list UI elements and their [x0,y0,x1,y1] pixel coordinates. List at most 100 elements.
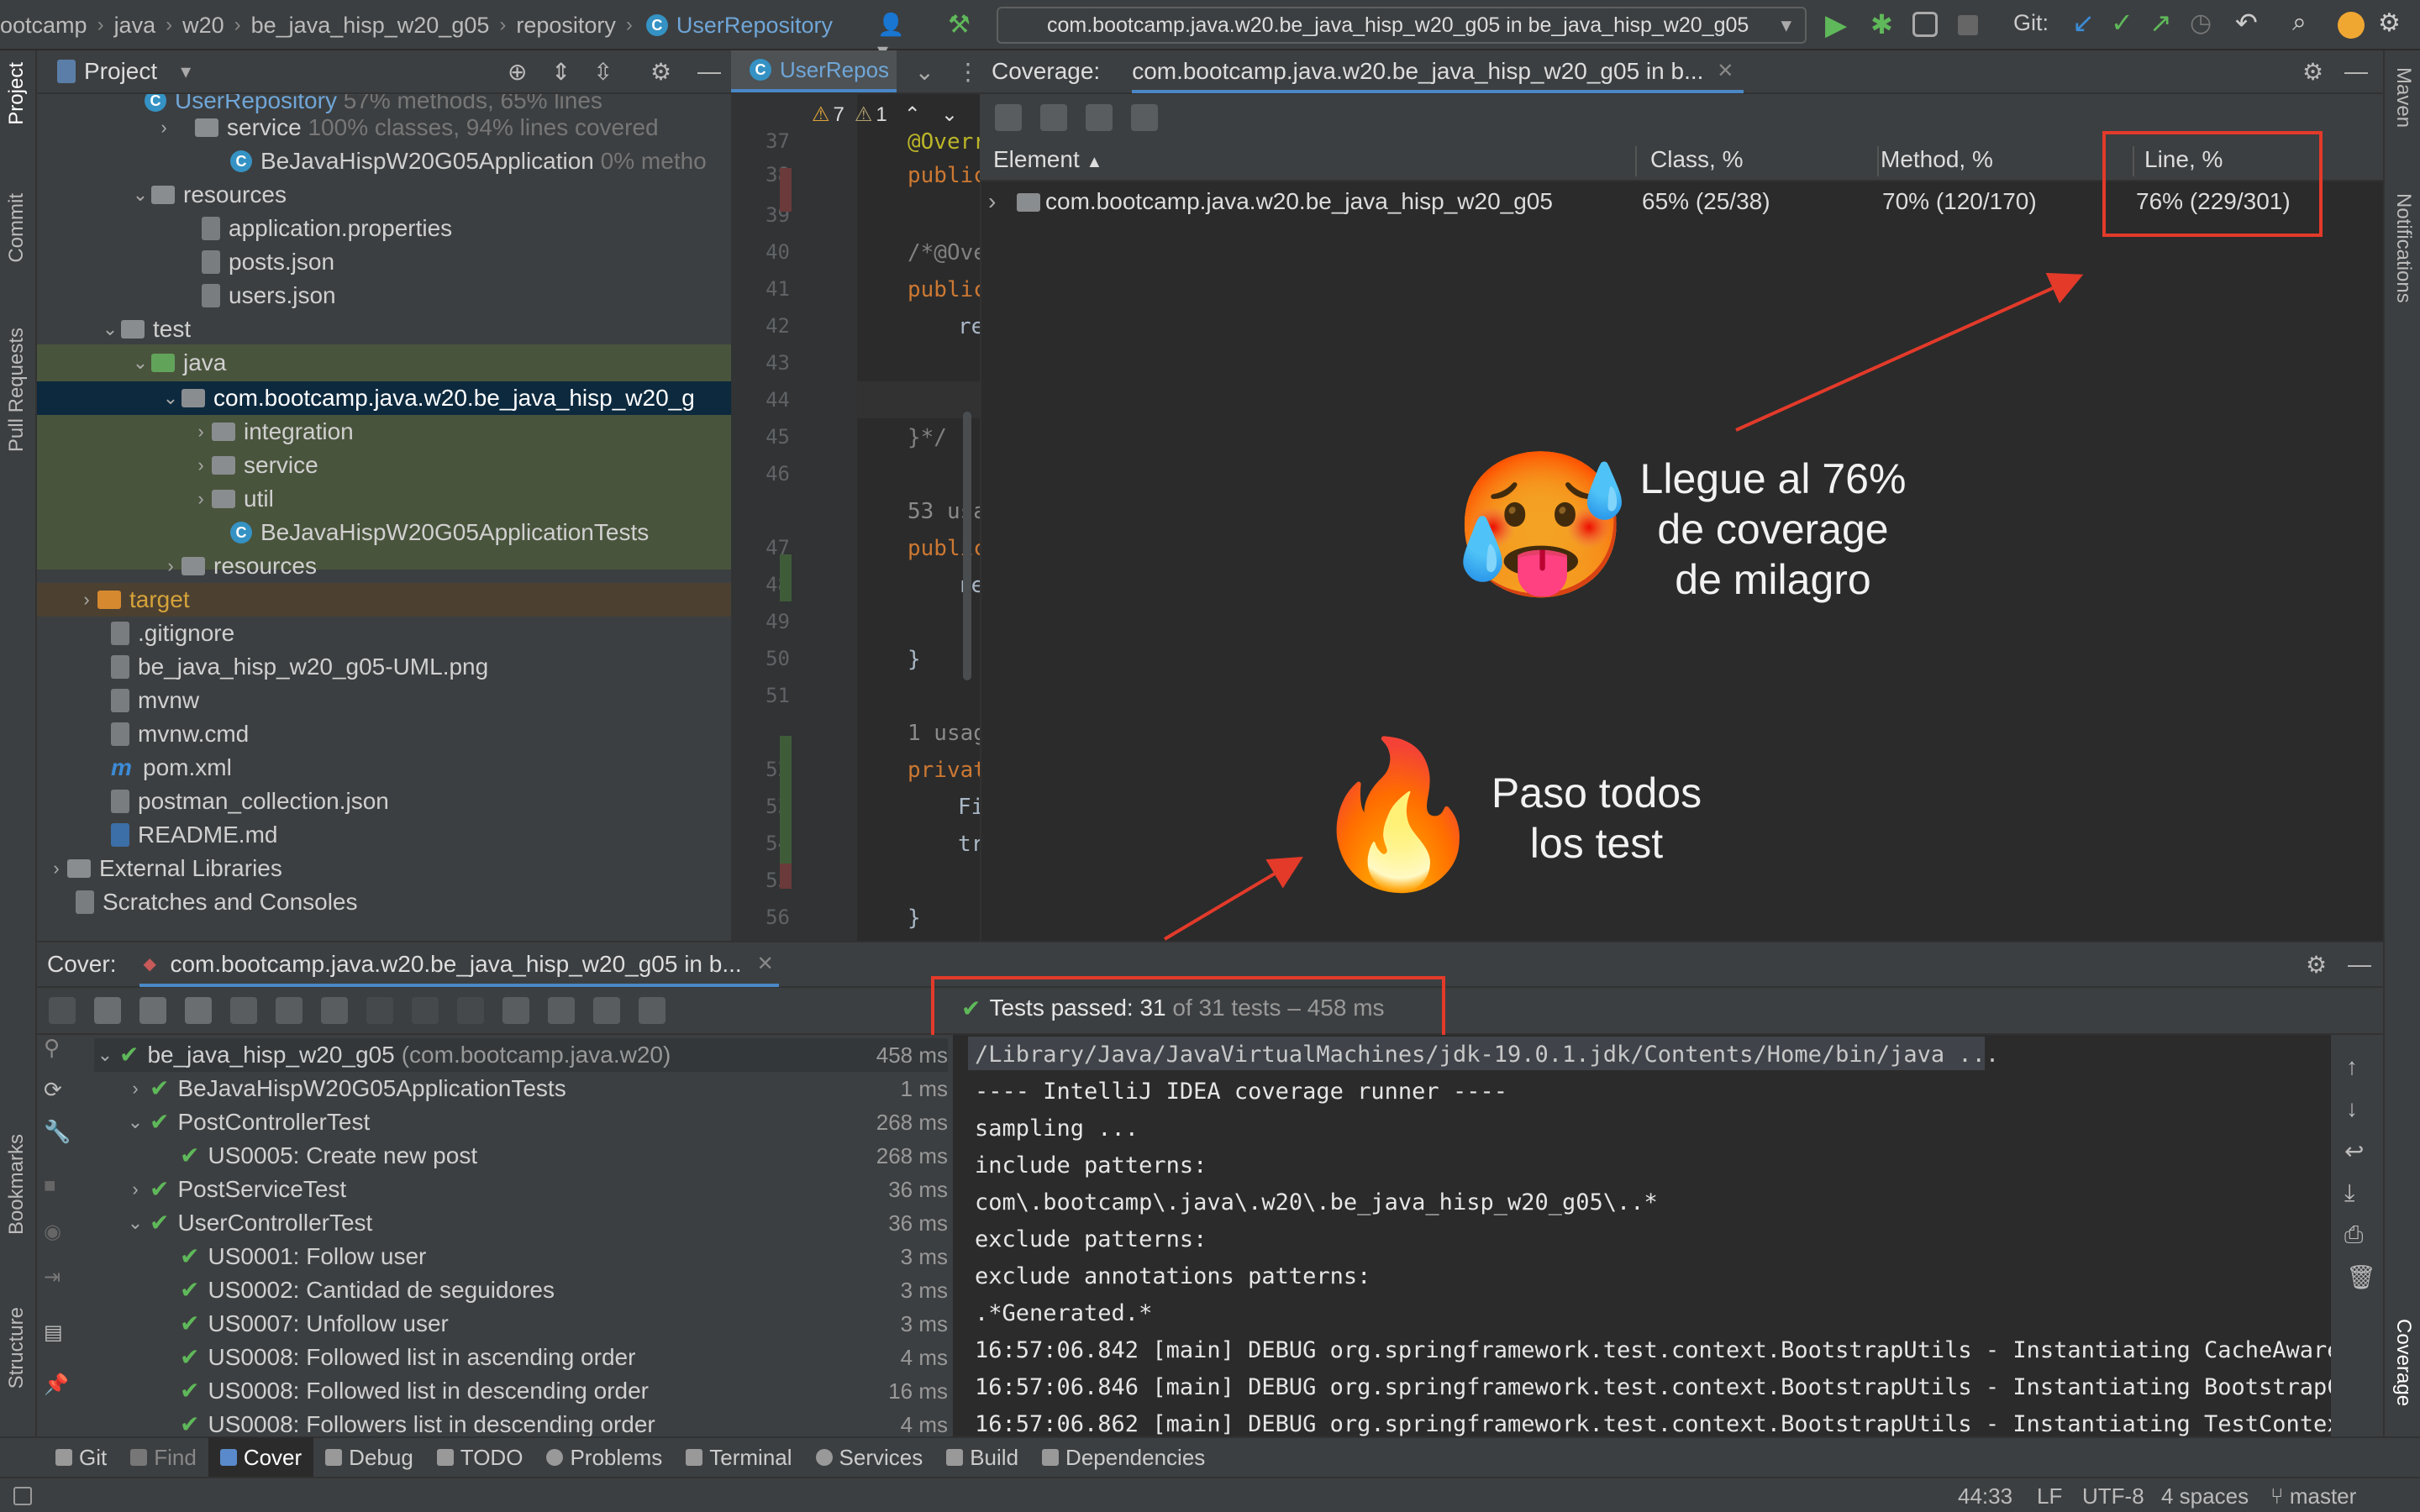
print-icon[interactable]: ⎙ [2344,1221,2363,1249]
dependencies-tool-window[interactable]: Dependencies [1030,1437,1217,1478]
coverage-icon[interactable] [457,997,484,1024]
file-encoding[interactable]: UTF-8 [2082,1483,2144,1509]
search-icon [130,1449,148,1466]
arrow-up-icon[interactable]: ↑ [2346,1053,2358,1080]
test-result-row[interactable]: › ✔ PostServiceTest 36 ms [124,1173,948,1206]
arrow-down-icon[interactable]: ↓ [2346,1095,2358,1122]
fire-emoji: 🔥 [1309,735,1487,895]
terminal-tool-window[interactable]: Terminal [674,1437,803,1478]
check-icon: ✔ [150,1109,170,1135]
gear-icon[interactable]: ⚙ [2306,951,2327,979]
chevron-right-icon[interactable]: › [124,1072,146,1105]
git-tool-window[interactable]: Git [44,1437,118,1478]
wrench-icon[interactable]: 🔧 [44,1119,77,1174]
tests-note: Paso todos los test [1491,769,1702,867]
prev-failed-icon[interactable] [366,997,393,1024]
rerun-icon[interactable] [49,997,76,1024]
indent-setting[interactable]: 4 spaces [2161,1483,2249,1509]
hammer-icon [946,1449,964,1466]
sort-duration-icon[interactable] [230,997,257,1024]
test-duration: 1 ms [900,1076,948,1101]
services-play-icon [815,1449,833,1466]
cover-run-tab[interactable]: ◆ com.bootcamp.java.w20.be_java_hisp_w20… [139,942,779,987]
layout-icon[interactable]: ▤ [44,1320,77,1373]
sort-alpha-icon[interactable] [185,997,212,1024]
chevron-down-icon[interactable]: ⌄ [94,1038,116,1072]
console-line: sampling ... [975,1116,1139,1142]
status-square-icon[interactable] [13,1487,32,1505]
minimize-icon[interactable]: — [2348,951,2371,978]
test-result-row[interactable]: ✔ US0008: Followed list in descending ord… [155,1374,948,1408]
pin-icon[interactable]: ⚲ [44,1035,77,1077]
line-separator[interactable]: LF [2037,1483,2062,1509]
settings-gear-icon[interactable] [639,997,666,1024]
soft-wrap-icon[interactable]: ↩ [2344,1137,2364,1165]
history-icon[interactable] [502,997,529,1024]
check-icon: ✔ [180,1310,200,1336]
expand-all-icon[interactable] [276,997,302,1024]
console-line: ---- IntelliJ IDEA coverage runner ---- [975,1079,1507,1105]
test-result-row[interactable]: ✔ US0001: Follow user 3 ms [155,1240,948,1273]
check-icon: ✔ [961,995,981,1021]
import-icon[interactable] [548,997,575,1024]
console-line: include patterns: [975,1152,1207,1179]
test-name: PostServiceTest [177,1176,347,1202]
chevron-down-icon[interactable]: ⌄ [124,1206,146,1240]
problems-tool-window[interactable]: Problems [534,1437,674,1478]
test-package-hint: (com.bootcamp.java.w20) [401,1042,671,1068]
test-result-row[interactable]: ⌄ ✔ UserControllerTest 36 ms [124,1206,948,1240]
console-line: 16:57:06.846 [main] DEBUG org.springfram… [975,1374,2354,1400]
console-line: exclude annotations patterns: [975,1263,1371,1289]
test-duration: 36 ms [888,1177,948,1202]
test-name: US0007: Unfollow user [208,1310,449,1336]
test-duration: 36 ms [888,1210,948,1236]
collapse-all-icon[interactable] [321,997,348,1024]
check-icon: ✔ [180,1142,200,1168]
export-icon[interactable] [593,997,620,1024]
test-result-row[interactable]: ✔ US0008: Followed list in ascending orde… [155,1341,948,1374]
git-branch-icon [55,1449,72,1466]
check-icon: ✔ [150,1210,170,1236]
arrow-to-line-coverage [1735,272,2084,432]
git-branch[interactable]: ⑂ master [2270,1483,2356,1509]
check-icon: ✔ [150,1075,170,1101]
caret-position[interactable]: 44:33 [1958,1483,2012,1509]
show-passed-icon[interactable] [94,997,121,1024]
console-line: exclude patterns: [975,1226,1207,1252]
test-name: BeJavaHispW20G05ApplicationTests [177,1075,566,1101]
console-line: com\.bootcamp\.java\.w20\.be_java_hisp_w… [975,1189,1658,1215]
test-result-row[interactable]: ⌄ ✔ be_java_hisp_w20_g05 (com.bootcamp.java… [94,1038,948,1072]
build-tool-window[interactable]: Build [934,1437,1030,1478]
test-result-row[interactable]: ✔ US0005: Create new post 268 ms [155,1139,948,1173]
todo-tool-window[interactable]: TODO [425,1437,535,1478]
stop-icon[interactable]: ■ [44,1174,77,1220]
login-icon[interactable]: ⇥ [44,1265,77,1320]
console-line: 16:57:06.862 [main] DEBUG org.springfram… [975,1411,2354,1437]
close-icon[interactable]: ✕ [757,942,774,987]
layers-icon [1042,1449,1060,1466]
test-name: US0008: Followed list in ascending order [208,1344,636,1370]
test-result-row[interactable]: ⌄ ✔ PostControllerTest 268 ms [124,1105,948,1139]
test-result-row[interactable]: ✔ US0007: Unfollow user 3 ms [155,1307,948,1341]
services-tool-window[interactable]: Services [804,1437,935,1478]
trash-icon[interactable]: 🗑 [2346,1263,2376,1291]
next-failed-icon[interactable] [412,997,439,1024]
test-duration: 268 ms [876,1143,948,1168]
scroll-to-end-icon[interactable]: ⤓ [2344,1179,2354,1207]
show-ignored-icon[interactable] [139,997,166,1024]
camera-icon[interactable]: ◉ [44,1220,77,1265]
list-icon [436,1449,454,1466]
chevron-down-icon[interactable]: ⌄ [124,1105,146,1139]
test-name: US0005: Create new post [208,1142,478,1168]
test-duration: 3 ms [900,1278,948,1303]
debug-tool-window[interactable]: Debug [313,1437,425,1478]
chevron-right-icon[interactable]: › [124,1173,146,1206]
find-tool-window[interactable]: Find [118,1437,208,1478]
rerun-failed-icon[interactable]: ⟳ [44,1077,77,1119]
bug-icon [325,1449,343,1466]
pin-tab-icon[interactable]: 📌 [44,1373,77,1415]
test-result-row[interactable]: › ✔ BeJavaHispW20G05ApplicationTests 1 ms [124,1072,948,1105]
cover-tool-window[interactable]: Cover [208,1437,314,1478]
test-result-row[interactable]: ✔ US0002: Cantidad de seguidores 3 ms [155,1273,948,1307]
test-name: PostControllerTest [177,1109,371,1135]
